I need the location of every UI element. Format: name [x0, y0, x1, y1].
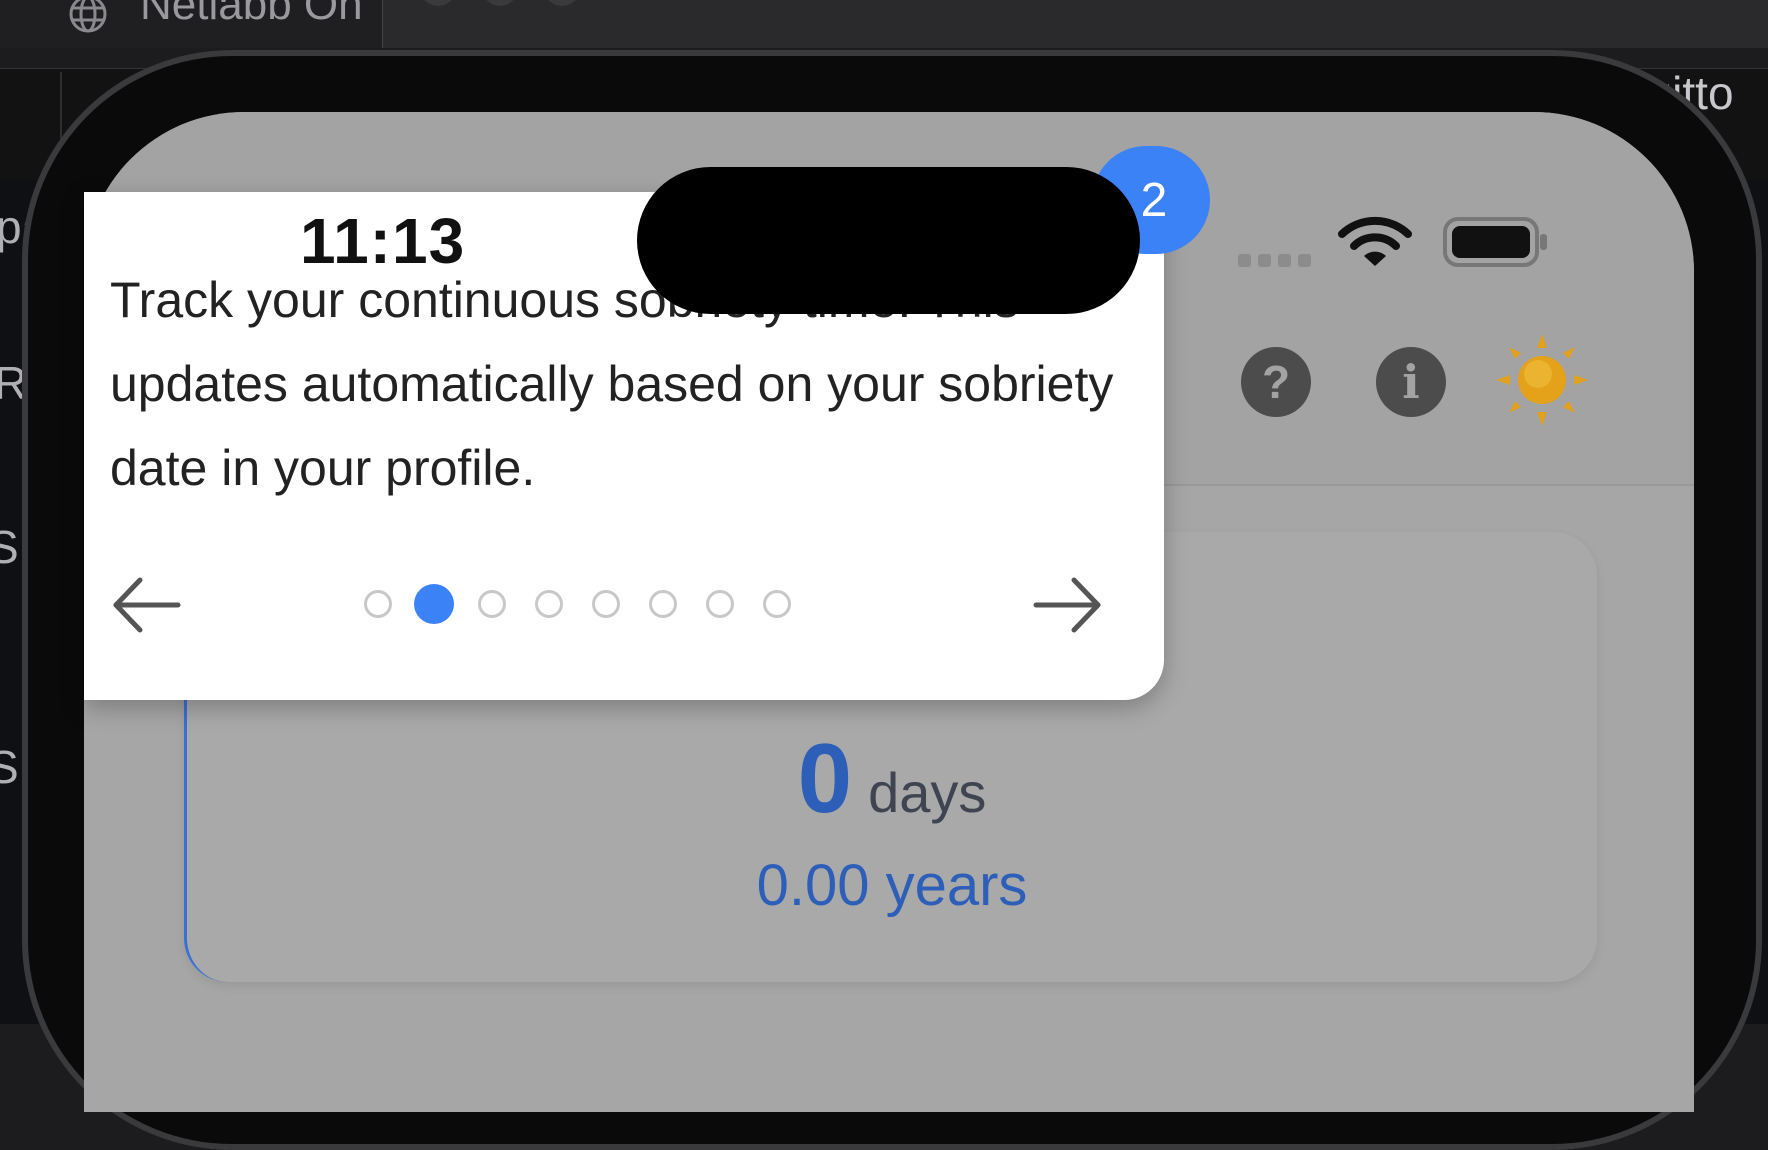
- step-dot[interactable]: [535, 590, 563, 618]
- window-dot[interactable]: [544, 0, 580, 6]
- step-dot[interactable]: [592, 590, 620, 618]
- sun-icon[interactable]: [1494, 332, 1590, 428]
- window-dot[interactable]: [420, 0, 456, 6]
- left-strip-text: S: [0, 521, 19, 573]
- globe-icon: [69, 0, 107, 33]
- arrow-right-icon[interactable]: [1028, 570, 1108, 640]
- desktop-tab-bar: Netlabb On: [0, 0, 1768, 48]
- window-dot[interactable]: [482, 0, 518, 6]
- step-dot[interactable]: [706, 590, 734, 618]
- step-dot[interactable]: [763, 590, 791, 618]
- step-dot[interactable]: [364, 590, 392, 618]
- arrow-left-icon[interactable]: [106, 570, 186, 640]
- help-icon[interactable]: ?: [1241, 347, 1311, 417]
- battery-icon: [1443, 217, 1547, 267]
- days-unit: days: [868, 761, 987, 824]
- desktop-tab[interactable]: Netlabb On: [0, 0, 383, 48]
- step-dot[interactable]: [478, 590, 506, 618]
- status-time: 11:13: [300, 205, 466, 277]
- days-value: 0: [797, 723, 853, 833]
- step-dot[interactable]: [649, 590, 677, 618]
- years-value: 0.00 years: [756, 853, 1028, 918]
- desktop-tab-title: Netlabb On: [140, 0, 363, 29]
- step-dot-active[interactable]: [414, 584, 454, 624]
- info-icon[interactable]: i: [1376, 347, 1446, 417]
- days-counter: 0 days: [187, 722, 1597, 835]
- dynamic-island: [637, 167, 1140, 314]
- wifi-icon: [1338, 216, 1412, 266]
- left-strip-text: S: [0, 741, 19, 793]
